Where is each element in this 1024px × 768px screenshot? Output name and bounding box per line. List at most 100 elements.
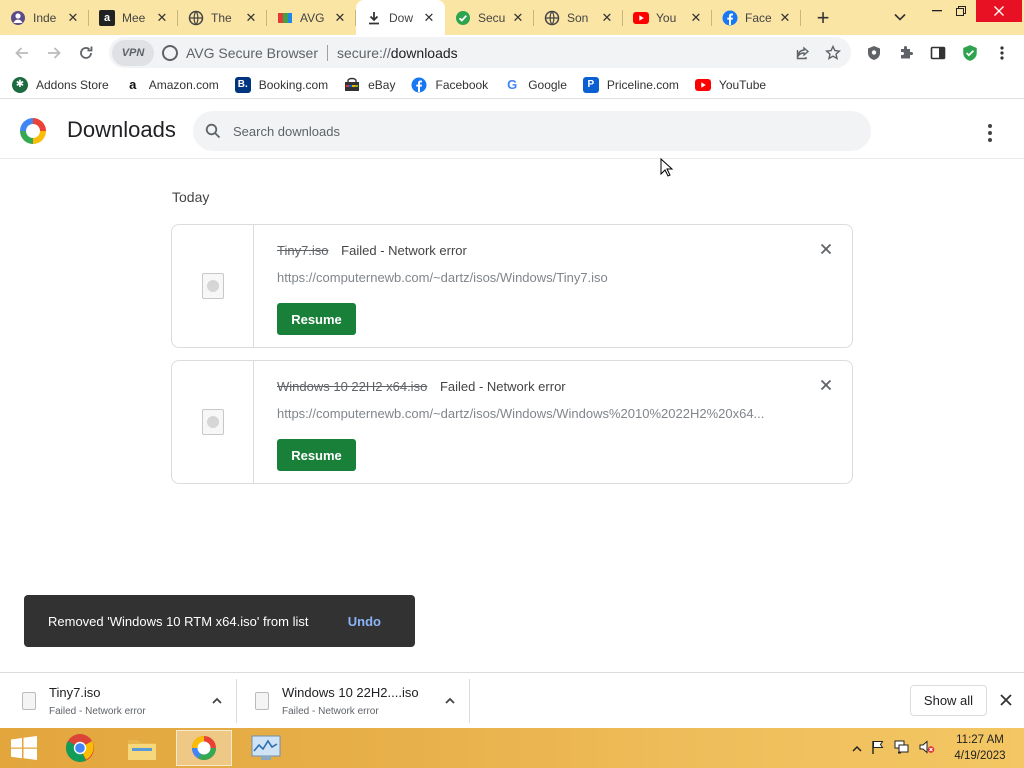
close-icon[interactable]: ✕ [510, 10, 526, 26]
shelf-item-name: Tiny7.iso [49, 685, 101, 700]
ebay-icon [344, 77, 360, 93]
windows-start-icon[interactable] [10, 736, 38, 760]
tray-expand-chevron-icon[interactable] [852, 741, 862, 756]
forward-button[interactable] [38, 37, 70, 69]
url-scheme: secure:// [337, 44, 391, 61]
side-panel-icon[interactable] [922, 35, 954, 71]
tab-strip: Inde ✕ a Mee ✕ The ✕ AVG ✕ Dow ✕ Secu ✕ [0, 0, 1024, 35]
extensions-puzzle-icon[interactable] [890, 35, 922, 71]
download-status: Failed - Network error [439, 379, 566, 394]
close-icon[interactable]: ✕ [421, 10, 437, 26]
chevron-up-icon[interactable] [440, 691, 460, 711]
reload-button[interactable] [70, 37, 102, 69]
shelf-item[interactable]: Windows 10 22H2....iso Failed - Network … [233, 679, 460, 723]
taskbar-clock[interactable]: 11:27 AM 4/19/2023 [950, 732, 1010, 764]
address-bar[interactable]: VPN AVG Secure Browser secure://download… [109, 37, 851, 68]
tab-7[interactable]: Son ✕ [534, 0, 623, 35]
close-icon[interactable]: ✕ [599, 10, 615, 26]
tab-1[interactable]: Inde ✕ [0, 0, 89, 35]
close-icon[interactable]: ✕ [688, 10, 704, 26]
addons-icon: ✱ [12, 76, 28, 93]
action-center-flag-icon[interactable] [871, 740, 885, 757]
close-icon[interactable]: ✕ [154, 10, 170, 26]
download-url[interactable]: https://computernewb.com/~dartz/isos/Win… [277, 270, 608, 285]
share-icon[interactable] [791, 41, 815, 65]
bookmark-label: Amazon.com [148, 77, 219, 92]
network-icon[interactable] [894, 740, 910, 757]
tab-title: Inde [33, 10, 57, 25]
shelf-item-text: Windows 10 22H2....iso Failed - Network … [282, 685, 432, 717]
show-all-button[interactable]: Show all [910, 685, 987, 716]
shelf-item[interactable]: Tiny7.iso Failed - Network error [0, 679, 227, 723]
close-shelf-icon[interactable] [997, 691, 1015, 709]
download-filename[interactable]: Windows 10 22H2 x64.iso [277, 379, 427, 394]
shelf-item-text: Tiny7.iso Failed - Network error [49, 685, 199, 717]
close-icon[interactable]: ✕ [332, 10, 348, 26]
file-icon [22, 692, 36, 710]
new-tab-button[interactable]: + [801, 0, 845, 35]
taskbar-avg-browser-icon[interactable] [176, 730, 232, 766]
browser-menu-icon[interactable] [986, 35, 1018, 71]
amazon-icon: a [129, 77, 137, 92]
avg-icon [277, 10, 293, 26]
download-item: Windows 10 22H2 x64.iso Failed - Network… [171, 360, 853, 484]
close-icon[interactable]: ✕ [777, 10, 793, 26]
clock-date: 4/19/2023 [954, 750, 1006, 762]
bookmark-label: Priceline.com [606, 77, 679, 92]
download-filename[interactable]: Tiny7.iso [277, 243, 329, 258]
tab-4[interactable]: AVG ✕ [267, 0, 356, 35]
tab-2[interactable]: a Mee ✕ [89, 0, 178, 35]
bookmark-ebay[interactable]: eBay [344, 77, 395, 93]
facebook-icon [722, 10, 738, 26]
bookmark-facebook[interactable]: Facebook [411, 77, 488, 93]
window-close-button[interactable] [976, 0, 1022, 22]
bookmark-addons-store[interactable]: ✱ Addons Store [12, 76, 109, 93]
privacy-shield-icon[interactable] [858, 35, 890, 71]
bookmark-youtube[interactable]: YouTube [694, 77, 766, 93]
taskbar-chrome-icon[interactable] [52, 730, 108, 766]
tab-8[interactable]: You ✕ [623, 0, 712, 35]
avg-shield-icon[interactable] [954, 35, 986, 71]
close-icon[interactable]: ✕ [243, 10, 259, 26]
tab-3[interactable]: The ✕ [178, 0, 267, 35]
bookmark-priceline[interactable]: P Priceline.com [582, 76, 679, 93]
youtube-icon [694, 77, 711, 93]
download-filename-row: Tiny7.iso Failed - Network error [277, 243, 467, 258]
tab-6[interactable]: Secu ✕ [445, 0, 534, 35]
bookmark-star-icon[interactable] [821, 41, 845, 65]
back-button[interactable] [6, 37, 38, 69]
resume-button[interactable]: Resume [277, 303, 356, 335]
bookmark-google[interactable]: G Google [504, 77, 567, 93]
tab-5-active[interactable]: Dow ✕ [356, 0, 445, 35]
remove-from-list-close-icon[interactable] [818, 241, 834, 257]
bookmark-label: Facebook [435, 77, 489, 92]
bookmark-booking[interactable]: B. Booking.com [234, 76, 328, 93]
volume-muted-icon[interactable] [919, 740, 935, 757]
resume-button[interactable]: Resume [277, 439, 356, 471]
close-icon[interactable]: ✕ [65, 10, 81, 26]
bookmark-amazon[interactable]: a Amazon.com [125, 77, 219, 93]
shelf-item-status: Failed - Network error [49, 706, 146, 717]
url-text[interactable]: secure://downloads [337, 45, 458, 61]
removed-toast: Removed 'Windows 10 RTM x64.iso' from li… [24, 595, 415, 647]
download-status: Failed - Network error [341, 243, 467, 258]
chevron-up-icon[interactable] [207, 691, 227, 711]
google-icon: G [507, 77, 518, 92]
search-downloads[interactable] [193, 111, 871, 151]
download-url[interactable]: https://computernewb.com/~dartz/isos/Win… [277, 406, 764, 421]
vpn-button[interactable]: VPN [112, 39, 154, 66]
user-icon [10, 10, 26, 26]
search-input[interactable] [233, 123, 833, 139]
restore-button[interactable] [944, 0, 978, 22]
tab-search-chevron-icon[interactable] [888, 6, 912, 28]
disc-file-icon [201, 409, 224, 435]
browser-toolbar: VPN AVG Secure Browser secure://download… [0, 35, 1024, 71]
file-thumbnail [172, 225, 254, 347]
taskbar-file-explorer-icon[interactable] [114, 730, 170, 766]
remove-from-list-close-icon[interactable] [818, 377, 834, 393]
more-actions-icon[interactable] [978, 121, 1002, 145]
url-divider [327, 44, 329, 61]
undo-button[interactable]: Undo [348, 614, 381, 629]
tab-9[interactable]: Face ✕ [712, 0, 801, 35]
taskbar-task-manager-icon[interactable] [238, 730, 294, 766]
